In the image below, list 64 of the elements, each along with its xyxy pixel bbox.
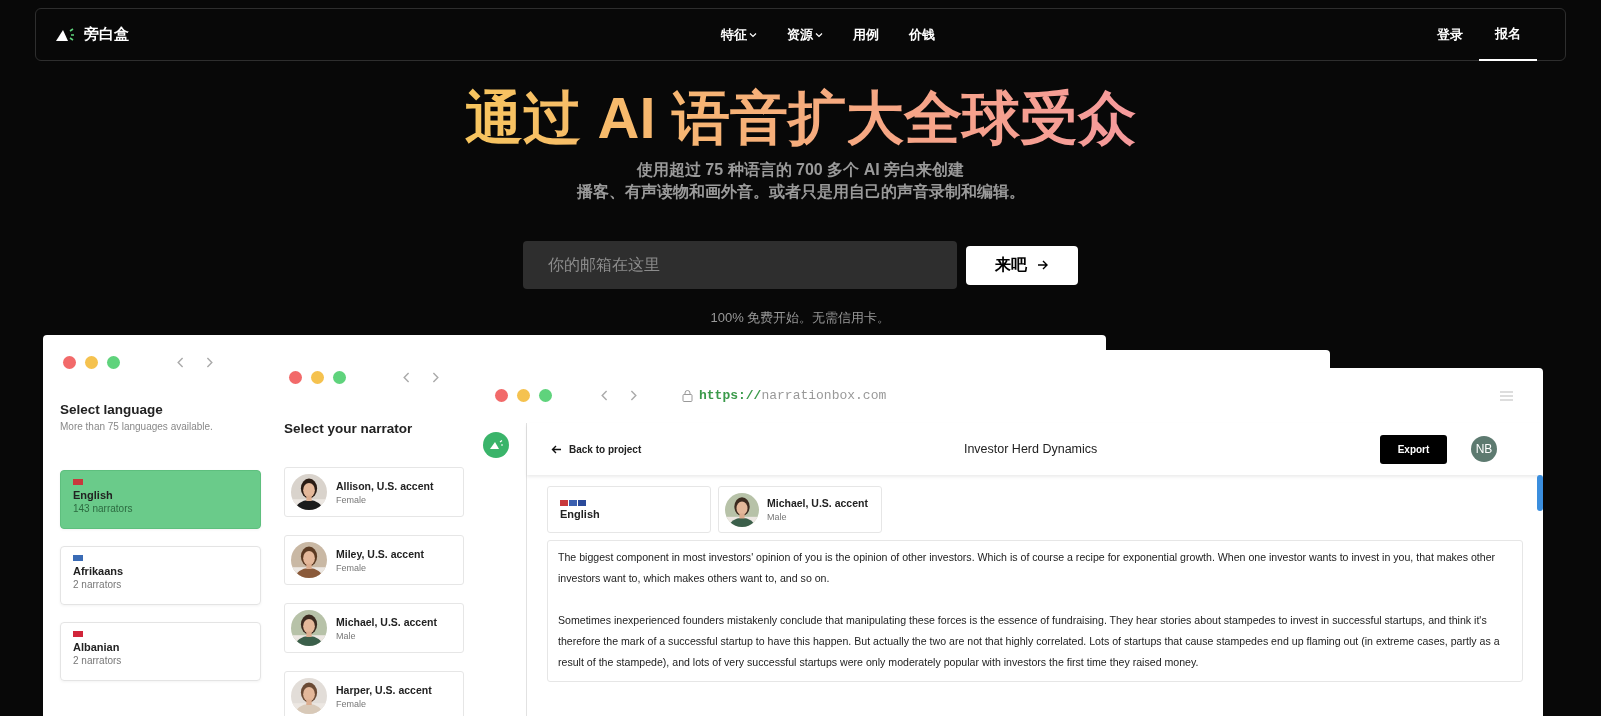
arrow-right-icon <box>1037 260 1049 270</box>
close-dot[interactable] <box>63 356 76 369</box>
language-name: English <box>73 489 114 501</box>
hero-subtitle: 使用超过 75 种语言的 700 多个 AI 旁白来创建 <box>636 160 965 180</box>
zoom-dot[interactable] <box>333 371 346 384</box>
language-name: Afrikaans <box>73 565 125 577</box>
hero-subtitle: 播客、有声读物和画外音。或者只是用自己的声音录制和编辑。 <box>576 182 1025 202</box>
narrator-count: 2 narrators <box>73 655 123 666</box>
start-button[interactable]: 来吧 <box>966 245 1078 285</box>
section-heading: Select language <box>60 402 163 417</box>
arrow-left-icon <box>551 444 562 454</box>
language-chip[interactable]: English <box>547 486 711 533</box>
minimize-dot[interactable] <box>311 371 324 384</box>
nav-link[interactable]: 价钱 <box>909 25 935 44</box>
section-heading: Select your narrator <box>284 421 413 436</box>
script-paragraph: The biggest component in most investors' opinion of you is the opinion of other investors. Which is of course a recipe for exponential growth. When one investor wants to invest in you, that makes other investors want to, which makes others want to, and so on. <box>558 550 1497 586</box>
login-link[interactable]: 登录 <box>1421 25 1479 44</box>
menu-icon[interactable] <box>1500 390 1513 401</box>
narrator-gender: Female <box>336 494 367 505</box>
url-text[interactable]: https://narrationbox.com <box>699 388 887 403</box>
narrator-card[interactable]: Michael, U.S. accent Male <box>284 603 464 653</box>
email-field[interactable]: 你的邮箱在这里 <box>523 241 957 289</box>
minimize-dot[interactable] <box>85 356 98 369</box>
signup-link[interactable]: 报名 <box>1479 8 1537 61</box>
narrator-gender: Female <box>336 698 367 709</box>
narrator-count: 143 narrators <box>73 503 134 514</box>
lock-icon <box>682 389 693 402</box>
user-avatar[interactable]: NB <box>1471 436 1497 462</box>
language-card[interactable]: Albanian 2 narrators <box>60 622 261 681</box>
flags-icon <box>560 499 586 506</box>
hero-note: 100% 免费开始。无需信用卡。 <box>710 309 891 327</box>
narrator-name: Michael, U.S. accent <box>767 497 868 509</box>
section-subheading: More than 75 languages available. <box>60 421 213 432</box>
scrollbar[interactable] <box>1537 475 1543 511</box>
narrator-card[interactable]: Harper, U.S. accent Female <box>284 671 464 716</box>
project-title: Investor Herd Dynamics <box>963 442 1098 456</box>
nav-link[interactable]: 用例 <box>853 25 879 44</box>
nav-link[interactable]: 特征 <box>721 25 757 44</box>
narrator-gender: Male <box>767 512 788 522</box>
language-name: Albanian <box>73 641 121 653</box>
narrator-gender: Male <box>336 630 357 641</box>
close-dot[interactable] <box>495 389 508 402</box>
minimize-dot[interactable] <box>517 389 530 402</box>
narrator-gender: Female <box>336 562 367 573</box>
narrator-name: Harper, U.S. accent <box>336 683 432 696</box>
nav-link[interactable]: 资源 <box>787 25 823 44</box>
narrator-name: Miley, U.S. accent <box>336 547 424 560</box>
language-name: English <box>560 507 601 520</box>
export-button[interactable]: Export <box>1380 434 1447 464</box>
narrator-chip[interactable]: Michael, U.S. accent Male <box>718 486 882 533</box>
narrator-name: Michael, U.S. accent <box>336 615 437 628</box>
zoom-dot[interactable] <box>539 389 552 402</box>
language-card[interactable]: Afrikaans 2 narrators <box>60 546 261 605</box>
narrator-count: 2 narrators <box>73 579 123 590</box>
close-dot[interactable] <box>289 371 302 384</box>
logo-text[interactable]: 旁白盒 <box>84 25 129 44</box>
narrator-card[interactable]: Miley, U.S. accent Female <box>284 535 464 585</box>
script-paragraph: Sometimes inexperienced founders mistakenly conclude that manipulating these forces is the essence of fundraising. They hear stories about stampedes to invest in successful startups, and think it's therefore the mark of a successful startup to have this happen. But actually the two are not that highly correlated. Lots of startups that cause stampedes end up flaming out (in extreme cases, partly as a result of the stampede), and lots of very successful startups were only moderately popular with investors the first time they raised money. <box>558 613 1501 670</box>
back-link[interactable]: Back to project <box>551 443 642 455</box>
narrator-card[interactable]: Allison, U.S. accent Female <box>284 467 464 517</box>
language-card[interactable]: English 143 narrators <box>60 470 261 529</box>
script-editor[interactable] <box>547 540 1523 682</box>
narrator-name: Allison, U.S. accent <box>336 479 434 492</box>
zoom-dot[interactable] <box>107 356 120 369</box>
